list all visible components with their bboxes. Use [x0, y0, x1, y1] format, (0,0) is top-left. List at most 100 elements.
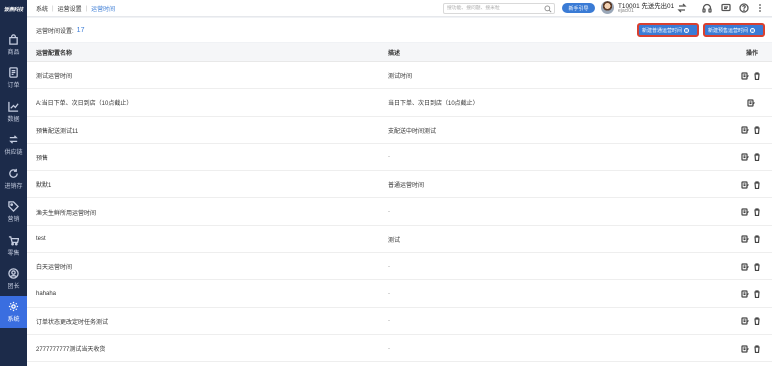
count-label-text: 运营时间设置:	[36, 28, 74, 35]
headset-icon[interactable]	[702, 3, 712, 13]
cell-desc: -	[388, 290, 390, 297]
edit-icon[interactable]	[747, 99, 755, 107]
edit-icon[interactable]	[741, 126, 749, 134]
delete-icon[interactable]	[753, 344, 761, 353]
sidebar-item-label: 零售	[7, 251, 20, 257]
table-row: 测试运营时间 测试时间	[27, 62, 772, 90]
sidebar-item-label: 团长	[7, 284, 20, 290]
delete-icon[interactable]	[753, 153, 761, 162]
gear-icon	[8, 301, 19, 312]
cell-desc: -	[388, 263, 390, 270]
sidebar-item-marketing[interactable]: 营销	[0, 196, 27, 228]
cell-desc: 测试	[388, 237, 401, 244]
table-row: 预售 -	[27, 144, 772, 172]
edit-icon[interactable]	[741, 317, 749, 325]
cell-name: 预售	[36, 155, 49, 162]
sidebar-item-label: 进销存	[4, 184, 23, 190]
edit-icon[interactable]	[741, 181, 749, 189]
sidebar-item-label: 营销	[7, 217, 20, 223]
sidebar-item-inventory[interactable]: 进销存	[0, 163, 27, 195]
count-label: 运营时间设置: 17	[36, 18, 84, 42]
sidebar-item-data[interactable]: 数据	[0, 96, 27, 128]
supply-chain-icon	[9, 135, 18, 144]
edit-icon[interactable]	[741, 208, 749, 216]
delete-icon[interactable]	[753, 262, 761, 271]
cell-name: A:当日下单、次日到店（10点截止）	[36, 101, 133, 108]
new-normal-time-button[interactable]: 新建普通运营时间 ?	[637, 23, 699, 37]
cell-desc: 普通运营时间	[388, 183, 425, 190]
guide-button[interactable]: 新手引导	[562, 3, 595, 13]
edit-icon[interactable]	[741, 235, 749, 243]
tag-icon	[8, 201, 19, 212]
logo: 饭燕科技	[3, 6, 24, 13]
row-actions	[741, 253, 761, 280]
help-icon[interactable]	[739, 3, 749, 13]
column-header-desc: 描述	[388, 51, 401, 57]
breadcrumb-item[interactable]: 系统	[36, 4, 48, 13]
avatar[interactable]	[601, 1, 614, 14]
cell-name: 预售配送测试11	[36, 128, 79, 135]
cell-name: 订单状态更改定时任务测试	[36, 319, 109, 326]
swap-icon[interactable]	[677, 3, 687, 13]
delete-icon[interactable]	[753, 317, 761, 326]
cell-desc: -	[388, 154, 390, 161]
row-actions	[741, 308, 761, 335]
search-input[interactable]	[444, 4, 540, 13]
sidebar-item-label: 系统	[7, 317, 20, 323]
sidebar-item-supply-chain[interactable]: 供应链	[0, 129, 27, 161]
table-row: 2777777777测试当天收货 -	[27, 335, 772, 363]
count-value: 17	[76, 26, 85, 34]
cell-desc: 当日下单、次日到店（10点截止）	[388, 101, 479, 108]
cell-name: hahaha	[36, 290, 57, 297]
edit-icon[interactable]	[741, 262, 749, 271]
table-row: 渔夫生鲜所用运营时间 -	[27, 199, 772, 226]
row-actions	[741, 280, 761, 307]
sidebar-item-leader[interactable]: 团长	[0, 263, 27, 295]
cell-name: test	[36, 236, 46, 243]
table-row: A:当日下单、次日到店（10点截止） 当日下单、次日到店（10点截止）	[27, 89, 772, 117]
button-label: 新建普通运营时间	[642, 27, 683, 34]
delete-icon[interactable]	[753, 126, 761, 135]
delete-icon[interactable]	[753, 235, 761, 244]
sidebar-item-orders[interactable]: 订单	[0, 62, 27, 94]
breadcrumb-separator: |	[52, 5, 54, 12]
edit-icon[interactable]	[741, 153, 749, 161]
row-actions	[741, 62, 761, 89]
more-icon[interactable]	[755, 3, 765, 13]
delete-icon[interactable]	[753, 290, 761, 298]
sidebar-item-label: 订单	[7, 83, 20, 89]
search-icon[interactable]	[544, 5, 552, 13]
message-icon[interactable]	[721, 3, 731, 13]
sidebar-item-label: 供应链	[4, 150, 23, 156]
sidebar-item-retail[interactable]: 零售	[0, 230, 27, 262]
question-icon: ?	[750, 27, 756, 33]
delete-icon[interactable]	[753, 208, 761, 217]
button-label: 新建预售运营时间	[708, 27, 749, 34]
table-row: 预售配送测试11 支配送中时间测试	[27, 117, 772, 144]
edit-icon[interactable]	[741, 344, 749, 353]
cell-name: 白天运营时间	[36, 265, 73, 272]
cell-desc: 支配送中时间测试	[388, 128, 437, 135]
breadcrumb-item[interactable]: 运营设置	[58, 4, 82, 13]
cell-desc: 测试时间	[388, 74, 413, 80]
table-row: 白天运营时间 -	[27, 253, 772, 281]
new-presale-time-button[interactable]: 新建预售运营时间 ?	[703, 23, 765, 37]
edit-icon[interactable]	[741, 290, 749, 298]
toolbar: 运营时间设置: 17 新建普通运营时间 ? 新建预售运营时间 ?	[27, 18, 772, 42]
sidebar-item-system[interactable]: 系统	[0, 296, 27, 328]
data-table: 运营配置名称 描述 操作 测试运营时间 测试时间 A:当日下单、次日到店（10点截止…	[27, 43, 772, 366]
top-header: 系统 | 运营设置 | 运营时间 新手引导 T10001 先送先出01 ejac…	[27, 0, 772, 17]
breadcrumb-current: 运营时间	[91, 7, 116, 13]
cart-icon	[8, 236, 19, 246]
shopping-bag-icon	[9, 34, 18, 45]
cell-name: 默默1	[36, 183, 52, 190]
sidebar-item-goods[interactable]: 商品	[0, 29, 27, 61]
delete-icon[interactable]	[753, 181, 761, 189]
user-account: ejacl01	[618, 8, 634, 14]
row-actions	[741, 117, 761, 144]
edit-icon[interactable]	[741, 71, 749, 80]
sidebar: 饭燕科技 商品 订单 数据 供应链 进销存 营销 零售 团长 系统	[0, 0, 27, 366]
cell-name: 2777777777测试当天收货	[36, 347, 106, 353]
delete-icon[interactable]	[753, 71, 761, 80]
cell-name: 渔夫生鲜所用运营时间	[36, 210, 97, 217]
